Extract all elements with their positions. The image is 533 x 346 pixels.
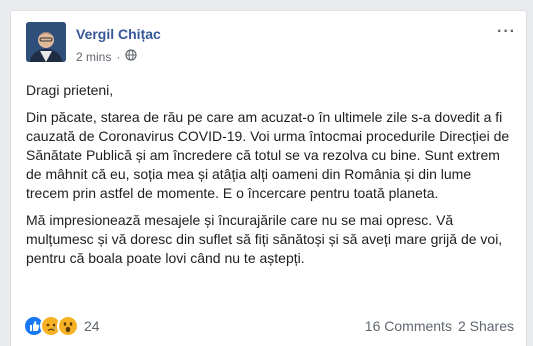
avatar-image <box>26 22 66 62</box>
post-paragraph: Dragi prieteni, <box>26 82 114 98</box>
shares-count[interactable]: 2 Shares <box>458 318 514 334</box>
post-body: Dragi prieteni, Din păcate, starea de ră… <box>26 81 516 276</box>
meta-separator: · <box>116 49 121 64</box>
post-time[interactable]: 2 mins <box>76 50 111 64</box>
wow-reaction-icon <box>57 315 79 337</box>
post-paragraph: Din păcate, starea de rău pe care am acu… <box>26 109 510 201</box>
author-name[interactable]: Vergil Chițac <box>76 26 161 42</box>
post-card: Vergil Chițac 2 mins · ··· Dragi prieten… <box>10 10 527 346</box>
post-footer: 24 16 Comments 2 Shares <box>23 314 514 338</box>
author-avatar[interactable] <box>26 22 66 62</box>
more-options-icon[interactable]: ··· <box>497 23 516 41</box>
reaction-count[interactable]: 24 <box>84 318 100 334</box>
comments-count[interactable]: 16 Comments <box>365 318 452 334</box>
reactions-summary[interactable]: 24 <box>23 315 100 337</box>
post-paragraph: Mă impresionează mesajele și încurajăril… <box>26 212 503 266</box>
post-meta: 2 mins · <box>76 49 137 64</box>
globe-icon[interactable] <box>125 49 137 64</box>
